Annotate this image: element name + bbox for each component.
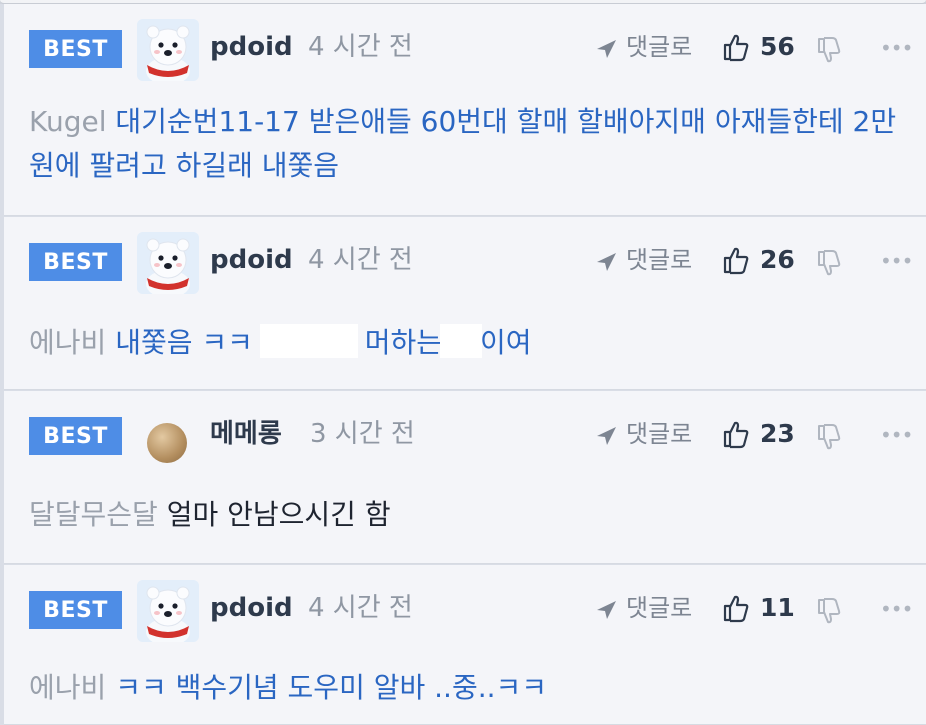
like-count: 56	[760, 32, 795, 61]
reply-button[interactable]: 댓글로	[626, 243, 692, 277]
comment-text-part: 머하는	[355, 326, 442, 359]
user-avatar[interactable]	[137, 232, 199, 294]
best-badge: BEST	[29, 591, 122, 629]
comment-item: BEST pdoid 4 시간 전 댓글로 56 ••• Kugel 대기순번1…	[4, 4, 926, 216]
thumbs-up-icon[interactable]	[722, 32, 750, 62]
redaction-block	[259, 324, 358, 358]
thumbs-down-icon[interactable]	[816, 423, 842, 451]
like-count: 23	[760, 419, 795, 448]
username[interactable]: pdoid	[210, 243, 293, 277]
comment-item: BEST pdoid 4 시간 전 댓글로 11 ••• 에나비 ㅋㅋ 백수기념…	[4, 565, 926, 725]
more-icon[interactable]: •••	[880, 251, 913, 271]
comment-item: BEST pdoid 4 시간 전 댓글로 26 ••• 에나비 내쫓음 ㅋㅋ …	[4, 217, 926, 390]
more-icon[interactable]: •••	[880, 38, 913, 58]
username[interactable]: 메메롱	[210, 417, 282, 451]
reply-target[interactable]: 달달무슨달	[29, 498, 158, 531]
thumbs-up-icon[interactable]	[722, 593, 750, 623]
arrow-reply-icon[interactable]	[594, 598, 618, 622]
arrow-reply-icon[interactable]	[594, 37, 618, 61]
like-count: 11	[760, 593, 795, 622]
comment-body: 에나비 내쫓음 ㅋㅋ 머하는 이여	[29, 321, 898, 365]
polar-bear-avatar-icon	[137, 232, 199, 294]
reply-target[interactable]: Kugel	[29, 105, 107, 138]
best-badge: BEST	[29, 417, 122, 455]
comment-body: 달달무슨달 얼마 안남으시긴 함	[29, 493, 898, 537]
comment-text: ㅋㅋ 백수기념 도우미 알바 ..중..ㅋㅋ	[115, 671, 548, 704]
comment-time: 4 시간 전	[308, 245, 413, 275]
comment-time: 3 시간 전	[310, 419, 415, 449]
comment-body: 에나비 ㅋㅋ 백수기념 도우미 알바 ..중..ㅋㅋ	[29, 666, 898, 710]
user-avatar[interactable]	[137, 19, 199, 81]
thumbs-up-icon[interactable]	[722, 245, 750, 275]
comment-time: 4 시간 전	[308, 593, 413, 623]
comment-body: Kugel 대기순번11-17 받은애들 60번대 할매 할배아지매 아재들한테…	[29, 100, 898, 188]
comment-header: BEST pdoid 4 시간 전 댓글로 56 •••	[4, 16, 926, 81]
user-avatar[interactable]	[147, 423, 187, 463]
comment-item: BEST 메메롱 3 시간 전 댓글로 23 ••• 달달무슨달 얼마 안남으시…	[4, 391, 926, 564]
comment-text-part: 이여	[479, 326, 532, 359]
comment-text: 내쫓음 ㅋㅋ 머하는 이여	[115, 324, 532, 359]
username[interactable]: pdoid	[210, 30, 293, 64]
thumbs-down-icon[interactable]	[816, 597, 842, 625]
thumbs-down-icon[interactable]	[816, 36, 842, 64]
polar-bear-avatar-icon	[137, 19, 199, 81]
user-avatar[interactable]	[137, 580, 199, 642]
comment-text-part: 내쫓음 ㅋㅋ	[115, 326, 262, 359]
best-badge: BEST	[29, 243, 122, 281]
arrow-reply-icon[interactable]	[594, 424, 618, 448]
redaction-block	[439, 324, 482, 358]
comment-time: 4 시간 전	[308, 32, 413, 62]
reply-button[interactable]: 댓글로	[626, 417, 692, 451]
arrow-reply-icon[interactable]	[594, 250, 618, 274]
like-count: 26	[760, 245, 795, 274]
best-badge: BEST	[29, 30, 122, 68]
reply-button[interactable]: 댓글로	[626, 591, 692, 625]
more-icon[interactable]: •••	[880, 425, 913, 445]
comment-header: BEST 메메롱 3 시간 전 댓글로 23 •••	[4, 403, 926, 467]
polar-bear-avatar-icon	[137, 580, 199, 642]
comment-header: BEST pdoid 4 시간 전 댓글로 11 •••	[4, 577, 926, 642]
comment-text: 대기순번11-17 받은애들 60번대 할매 할배아지매 아재들한테 2만원에 …	[29, 105, 897, 182]
thumbs-up-icon[interactable]	[722, 419, 750, 449]
more-icon[interactable]: •••	[880, 599, 913, 619]
comment-text: 얼마 안남으시긴 함	[166, 498, 391, 531]
reply-target[interactable]: 에나비	[29, 671, 106, 704]
reply-button[interactable]: 댓글로	[626, 30, 692, 64]
username[interactable]: pdoid	[210, 591, 293, 625]
reply-target[interactable]: 에나비	[29, 326, 106, 359]
comment-header: BEST pdoid 4 시간 전 댓글로 26 •••	[4, 229, 926, 294]
thumbs-down-icon[interactable]	[816, 249, 842, 277]
